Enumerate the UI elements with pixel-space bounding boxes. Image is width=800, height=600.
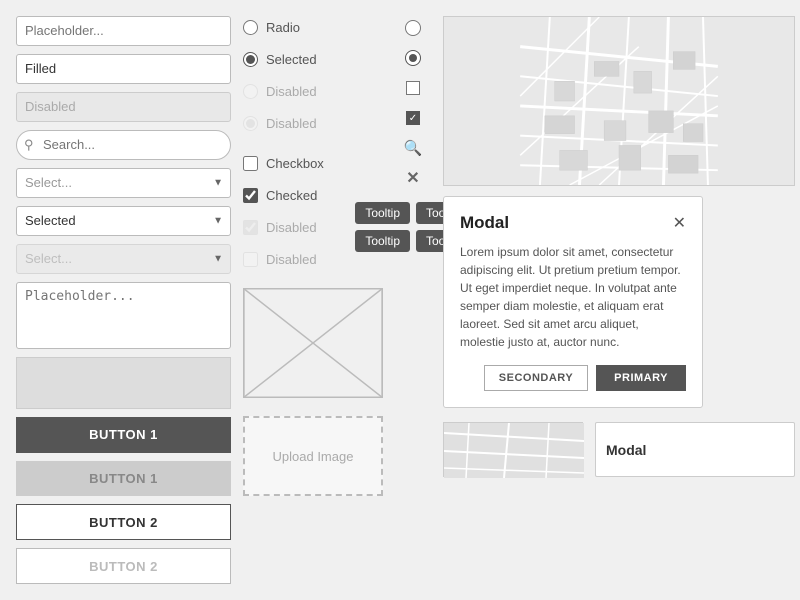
select-wrap-2: Selected ▼ (16, 206, 231, 236)
button1-primary[interactable]: BUTTON 1 (16, 417, 231, 453)
icon-checkbox-empty-item (403, 78, 423, 98)
radio-label-disabled-1: Disabled (266, 84, 317, 99)
modal-header: Modal ✕ (460, 213, 686, 233)
gray-box (16, 357, 231, 409)
select-dropdown-3: Select... (16, 244, 231, 274)
radio-disabled-1 (243, 84, 258, 99)
image-placeholder (243, 288, 383, 398)
tooltip-btn-1[interactable]: Tooltip (355, 202, 410, 224)
search-input[interactable] (16, 130, 231, 160)
left-column: ⚲ Select... ▼ Selected ▼ Select... ▼ BUT… (16, 16, 231, 584)
upload-label: Upload Image (273, 449, 354, 464)
map-svg (444, 17, 794, 185)
radio-item-disabled-1: Disabled (243, 80, 383, 102)
icon-column: ✓ 🔍 ✕ Tooltip Tooltip Tooltip Tooltip (395, 16, 431, 584)
modal-box: Modal ✕ Lorem ipsum dolor sit amet, cons… (443, 196, 703, 408)
checkbox-label-disabled: Disabled (266, 252, 317, 267)
checkbox-disabled-checked (243, 220, 258, 235)
bottom-row: Modal (443, 422, 795, 477)
right-area: Modal ✕ Lorem ipsum dolor sit amet, cons… (443, 16, 795, 584)
checkbox-label-normal: Checkbox (266, 156, 324, 171)
search-icon-glyph: 🔍 (404, 139, 423, 157)
radio-item-selected: Selected (243, 48, 383, 70)
bottom-image-preview (443, 422, 583, 477)
search-wrap: ⚲ (16, 130, 231, 160)
modal-close-button[interactable]: ✕ (673, 213, 686, 233)
select-dropdown-2[interactable]: Selected (16, 206, 231, 236)
modal-secondary-button[interactable]: SECONDARY (484, 365, 588, 391)
icon-checkbox-checked-item: ✓ (403, 108, 423, 128)
placeholder-image-svg (244, 289, 382, 397)
radio-label-disabled-2: Disabled (266, 116, 317, 131)
button1-disabled: BUTTON 1 (16, 461, 231, 497)
checkbox-disabled (243, 252, 258, 267)
radio-normal[interactable] (243, 20, 258, 35)
main-container: ⚲ Select... ▼ Selected ▼ Select... ▼ BUT… (0, 0, 800, 600)
search-icon: ⚲ (24, 137, 34, 153)
select-dropdown-1[interactable]: Select... (16, 168, 231, 198)
map-widget[interactable] (443, 16, 795, 186)
bottom-modal-preview: Modal (595, 422, 795, 477)
middle-section: Radio Selected Disabled Disabled Checkbo… (243, 16, 383, 584)
filled-input[interactable] (16, 54, 231, 84)
search-icon-item: 🔍 (403, 138, 423, 158)
button2-disabled: BUTTON 2 (16, 548, 231, 584)
upload-placeholder[interactable]: Upload Image (243, 416, 383, 496)
select-wrap-1: Select... ▼ (16, 168, 231, 198)
checkbox-label-checked: Checked (266, 188, 317, 203)
radio-filled-icon (405, 50, 421, 66)
disabled-text-input (16, 92, 231, 122)
select-wrap-3: Select... ▼ (16, 244, 231, 274)
radio-item-normal: Radio (243, 16, 383, 38)
checkbox-label-disabled-checked: Disabled (266, 220, 317, 235)
checkbox-checked[interactable] (243, 188, 258, 203)
checkbox-empty-icon (406, 81, 420, 95)
radio-group: Radio Selected Disabled Disabled (243, 16, 383, 134)
icon-radio-empty-item (403, 18, 423, 38)
radio-disabled-2 (243, 116, 258, 131)
modal-body: Lorem ipsum dolor sit amet, consectetur … (460, 243, 686, 351)
modal-footer: SECONDARY PRIMARY (460, 365, 686, 391)
checkbox-normal[interactable] (243, 156, 258, 171)
radio-selected[interactable] (243, 52, 258, 67)
icon-radio-filled-item (403, 48, 423, 68)
checkbox-checked-icon: ✓ (406, 111, 420, 125)
modal-primary-button[interactable]: PRIMARY (596, 365, 686, 391)
radio-item-disabled-2: Disabled (243, 112, 383, 134)
radio-empty-icon (405, 20, 421, 36)
radio-label-normal: Radio (266, 20, 300, 35)
tooltip-btn-3[interactable]: Tooltip (355, 230, 410, 252)
radio-label-selected: Selected (266, 52, 317, 67)
close-icon-item: ✕ (403, 168, 423, 188)
checkbox-item-normal: Checkbox (243, 152, 383, 174)
placeholder-input[interactable] (16, 16, 231, 46)
button2-outline[interactable]: BUTTON 2 (16, 504, 231, 540)
close-icon-glyph: ✕ (406, 168, 419, 188)
modal-title: Modal (460, 213, 509, 233)
bottom-map-svg (444, 423, 584, 478)
textarea-input[interactable] (16, 282, 231, 350)
bottom-modal-title: Modal (606, 442, 646, 458)
